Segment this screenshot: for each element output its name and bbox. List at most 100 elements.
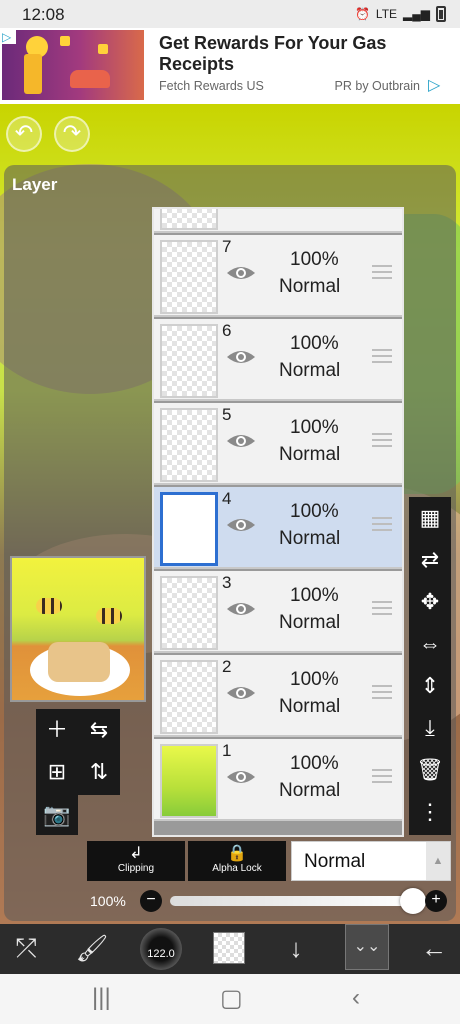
canvas-preview[interactable] (10, 556, 146, 702)
layer-opacity: 100% (290, 501, 339, 522)
layer-opacity: 100% (290, 249, 339, 270)
move-icon[interactable]: ✥ (409, 581, 451, 623)
drag-handle-icon[interactable] (372, 601, 392, 615)
layer-thumbnail[interactable] (160, 492, 218, 566)
layer-blend-mode: Normal (279, 696, 341, 717)
layer-row[interactable]: 2 100% Normal (154, 655, 402, 737)
add-layer-copy-button[interactable]: ⊞ (36, 751, 78, 793)
layer-blend-mode: Normal (279, 528, 341, 549)
blend-mode-select[interactable]: Normal ▲ (291, 841, 451, 881)
layer-thumbnail[interactable] (160, 240, 218, 314)
eye-icon[interactable] (226, 432, 256, 450)
layer-number: 6 (222, 321, 232, 340)
layer-blend-mode: Normal (279, 209, 340, 214)
layer-row[interactable]: 5 100% Normal (154, 403, 402, 485)
alpha-lock-button[interactable]: 🔒 Alpha Lock (188, 841, 286, 881)
drag-handle-icon[interactable] (372, 769, 392, 783)
layer-opacity: 100% (290, 669, 339, 690)
opacity-decrease-button[interactable]: − (140, 890, 162, 912)
download-arrow-icon[interactable]: ↓ (276, 924, 316, 974)
layers-button[interactable]: ⌄⌄ (345, 924, 389, 970)
delete-layer-icon[interactable]: 🗑 (409, 749, 451, 791)
layer-row[interactable]: 7 100% Normal (154, 235, 402, 317)
drag-handle-icon[interactable] (372, 685, 392, 699)
layer-thumbnail[interactable] (160, 209, 218, 230)
brush-size-button[interactable]: 122.0 (140, 928, 182, 970)
opacity-slider[interactable] (170, 896, 418, 906)
opacity-slider-knob[interactable] (400, 888, 426, 914)
layer-panel-title: Layer (12, 175, 58, 194)
layer-row[interactable]: 1 100% Normal (154, 739, 402, 821)
adchoices-icon[interactable]: ▷ (428, 75, 450, 95)
drag-handle-icon[interactable] (372, 433, 392, 447)
eye-icon[interactable] (226, 768, 256, 786)
layer-thumbnail[interactable] (160, 576, 218, 650)
color-swatch[interactable] (213, 932, 245, 964)
layer-row[interactable]: 3 100% Normal (154, 571, 402, 653)
flip-vertical-button[interactable]: ⇅ (78, 751, 120, 793)
transparency-icon[interactable]: ▦ (409, 497, 451, 539)
layer-thumbnail[interactable] (160, 744, 218, 818)
car-graphic (70, 70, 110, 88)
alpha-lock-label: Alpha Lock (212, 863, 262, 874)
opacity-increase-button[interactable]: + (425, 890, 447, 912)
layer-blend-mode: Normal (279, 444, 341, 465)
ad-banner[interactable]: ▷ Get Rewards For Your Gas Receipts Fetc… (0, 28, 460, 104)
drag-handle-icon[interactable] (372, 517, 392, 531)
ad-source: Fetch Rewards US (159, 79, 264, 93)
back-arrow-icon[interactable]: ← (412, 924, 456, 974)
flip-horizontal-icon[interactable]: ⇔ (409, 623, 451, 665)
system-nav-bar: ||| ▢ ‹ (0, 974, 460, 1024)
bee-graphic (96, 608, 122, 624)
drag-handle-icon[interactable] (372, 349, 392, 363)
layer-row[interactable]: 4 100% Normal (154, 487, 402, 569)
layer-thumbnail[interactable] (160, 408, 218, 482)
layer-number: 1 (222, 741, 232, 760)
import-photo-button[interactable]: 📷 (36, 795, 78, 835)
layer-action-group: ＋ ⇆ ⊞ ⇅ (36, 709, 120, 795)
eye-icon[interactable] (226, 600, 256, 618)
layer-thumbnail[interactable] (160, 324, 218, 398)
layer-list[interactable]: 8100%Normal 7 100% Normal 6 100% Normal 5 100% No… (152, 207, 404, 837)
redo-button[interactable]: ↷ (54, 116, 90, 152)
network-type: LTE (375, 7, 398, 21)
flip-vertical-icon[interactable]: ⇕ (409, 665, 451, 707)
swap-layer-icon[interactable]: ⇄ (409, 539, 451, 581)
battery-icon (436, 6, 446, 22)
drag-handle-icon[interactable] (372, 265, 392, 279)
layer-row[interactable]: 6 100% Normal (154, 319, 402, 401)
camera-icon: 📷 (43, 802, 71, 827)
eye-icon[interactable] (226, 348, 256, 366)
flip-layer-button[interactable]: ⇆ (78, 709, 120, 751)
layer-thumbnail[interactable] (160, 660, 218, 734)
home-icon[interactable]: ▢ (220, 984, 243, 1013)
eye-icon[interactable] (226, 264, 256, 282)
recent-apps-icon[interactable]: ||| (92, 984, 111, 1012)
bee-graphic (36, 598, 62, 614)
layer-blend-mode: Normal (279, 612, 341, 633)
ad-title[interactable]: Get Rewards For Your Gas Receipts (159, 33, 439, 75)
clipping-button[interactable]: ↲ Clipping (87, 841, 185, 881)
layer-tools-toolbar: ▦ ⇄ ✥ ⇔ ⇕ ⤓ 🗑 ⋮ (409, 497, 451, 835)
layer-number: 3 (222, 573, 232, 592)
more-options-icon[interactable]: ⋮ (409, 791, 451, 833)
eye-icon[interactable] (226, 684, 256, 702)
layer-number: 2 (222, 657, 232, 676)
add-layer-button[interactable]: ＋ (36, 709, 78, 751)
dropdown-arrow-icon: ▲ (426, 842, 450, 880)
layer-number: 4 (222, 489, 232, 508)
clipping-icon: ↲ (129, 845, 143, 862)
tool-switch-icon[interactable]: ⤱ (6, 924, 46, 974)
layer-blend-mode: Normal (279, 360, 341, 381)
brush-size-value: 122.0 (147, 948, 175, 960)
layer-opacity: 100% (290, 585, 339, 606)
brush-icon[interactable]: 🖌 (72, 924, 112, 974)
ad-image[interactable] (2, 30, 144, 100)
nav-back-icon[interactable]: ‹ (352, 984, 360, 1012)
layer-row[interactable]: 8100%Normal (154, 209, 402, 233)
layer-opacity: 100% (290, 753, 339, 774)
eye-icon[interactable] (226, 516, 256, 534)
undo-button[interactable]: ↶ (6, 116, 42, 152)
merge-down-icon[interactable]: ⤓ (409, 707, 451, 749)
ad-attribution[interactable]: PR by Outbrain (335, 79, 420, 93)
